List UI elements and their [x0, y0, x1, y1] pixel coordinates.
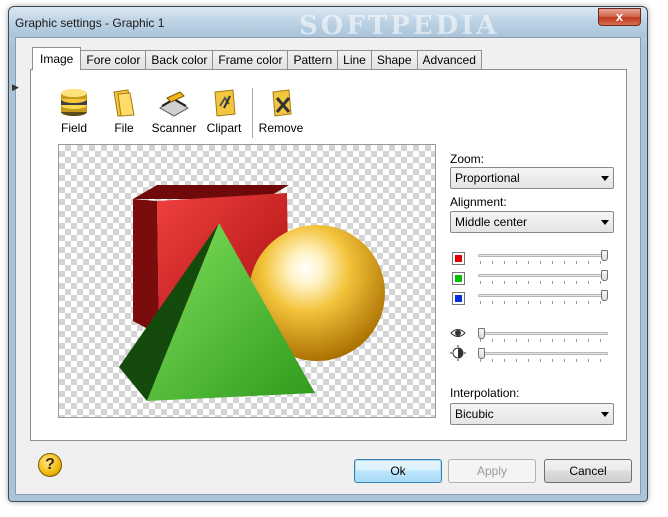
- apply-button[interactable]: Apply: [448, 459, 536, 483]
- tab-frame-color[interactable]: Frame color: [212, 50, 289, 70]
- red-slider-thumb[interactable]: [601, 250, 608, 261]
- scanner-icon: [158, 88, 190, 118]
- alignment-label: Alignment:: [450, 195, 507, 209]
- scanner-button[interactable]: Scanner: [150, 88, 198, 138]
- tab-line[interactable]: Line: [337, 50, 372, 70]
- title-bar[interactable]: Graphic settings - Graphic 1 SOFTPEDIA x: [9, 7, 647, 41]
- clipart-icon: [208, 88, 240, 118]
- tab-shape[interactable]: Shape: [370, 50, 418, 70]
- expand-arrow-icon: ▶: [12, 82, 19, 92]
- tab-strip: Image Fore color Back color Frame color …: [32, 47, 482, 70]
- close-icon: x: [615, 9, 624, 24]
- eye-icon: [450, 329, 466, 337]
- graphic-settings-window: Graphic settings - Graphic 1 SOFTPEDIA x…: [8, 6, 648, 502]
- image-toolbar: Field File Scanner Clipart Remove: [50, 88, 307, 138]
- alignment-value: Middle center: [455, 215, 528, 229]
- green-slider[interactable]: [478, 270, 608, 284]
- tab-advanced[interactable]: Advanced: [416, 50, 482, 70]
- help-icon[interactable]: ?: [38, 453, 62, 477]
- zoom-label: Zoom:: [450, 152, 485, 166]
- chevron-down-icon: [601, 176, 609, 181]
- chevron-down-icon: [601, 412, 609, 417]
- window-title: Graphic settings - Graphic 1: [15, 16, 165, 30]
- close-button[interactable]: x: [598, 8, 641, 26]
- remove-button[interactable]: Remove: [257, 88, 305, 138]
- zoom-select[interactable]: Proportional: [450, 167, 614, 189]
- contrast-icon: [450, 345, 466, 361]
- blue-swatch: [452, 292, 465, 305]
- chevron-down-icon: [601, 220, 609, 225]
- dialog-client: ▶ Image Fore color Back color Frame colo…: [12, 37, 641, 495]
- brightness-slider-thumb[interactable]: [478, 328, 485, 339]
- field-button[interactable]: Field: [50, 88, 98, 138]
- alignment-select[interactable]: Middle center: [450, 211, 614, 233]
- folder-icon: [108, 88, 140, 118]
- red-swatch: [452, 252, 465, 265]
- tab-pattern[interactable]: Pattern: [287, 50, 339, 70]
- interpolation-label: Interpolation:: [450, 386, 520, 400]
- ok-button[interactable]: Ok: [354, 459, 442, 483]
- green-swatch: [452, 272, 465, 285]
- preview-graphic: [119, 185, 385, 401]
- cancel-button[interactable]: Cancel: [544, 459, 632, 483]
- green-slider-thumb[interactable]: [601, 270, 608, 281]
- clipart-button[interactable]: Clipart: [200, 88, 248, 138]
- interpolation-value: Bicubic: [455, 407, 494, 421]
- brightness-slider[interactable]: [478, 328, 608, 342]
- interpolation-select[interactable]: Bicubic: [450, 403, 614, 425]
- file-button[interactable]: File: [100, 88, 148, 138]
- tab-fore-color[interactable]: Fore color: [80, 50, 147, 70]
- red-slider[interactable]: [478, 250, 608, 264]
- database-icon: [58, 88, 90, 118]
- blue-slider[interactable]: [478, 290, 608, 304]
- zoom-value: Proportional: [455, 171, 520, 185]
- contrast-slider-thumb[interactable]: [478, 348, 485, 359]
- blue-slider-thumb[interactable]: [601, 290, 608, 301]
- toolbar-separator: [252, 88, 253, 138]
- remove-icon: [265, 88, 297, 118]
- tab-back-color[interactable]: Back color: [145, 50, 214, 70]
- image-preview: [58, 144, 436, 418]
- tab-image[interactable]: Image: [32, 47, 82, 70]
- contrast-slider[interactable]: [478, 348, 608, 362]
